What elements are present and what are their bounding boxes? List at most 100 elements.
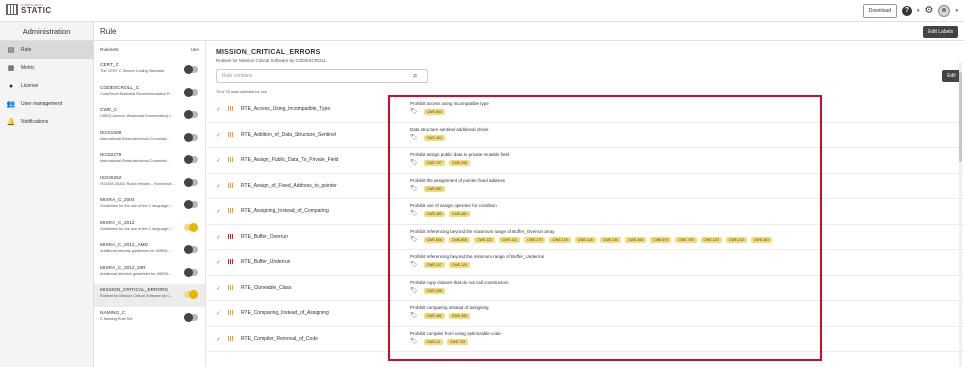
cwe-tag[interactable]: CWE-120	[700, 236, 722, 243]
ruleset-item[interactable]: ISO26262 ISO/DIS 26262 Road vehicles - Fu…	[94, 172, 205, 195]
sidebar-item-label: Notifications	[21, 119, 49, 125]
edit-labels-button[interactable]: Edit Labels	[923, 26, 958, 38]
ruleset-item[interactable]: IEC62279 International Electrotechnical C…	[94, 149, 205, 172]
rule-row[interactable]: ✓ RTE_Assigning_Instead_of_Comparing Prohi…	[206, 199, 964, 225]
cwe-tag[interactable]: CWE-127	[423, 262, 445, 268]
cwe-tag[interactable]: CWE-466	[625, 236, 647, 243]
check-icon[interactable]: ✓	[216, 234, 221, 241]
cwe-tag[interactable]: CWE-14	[423, 338, 443, 345]
ruleset-use-toggle[interactable]	[184, 65, 198, 74]
ruleset-item[interactable]: MISRA_C_2012_DIR Additional directive gui…	[94, 262, 205, 285]
rule-row[interactable]: ✓ RTE_Cloneable_Class Prohibit copy classe…	[206, 276, 964, 301]
search-icon[interactable]: ⌕	[413, 71, 417, 81]
user-chevron-down-icon[interactable]: ▾	[955, 8, 958, 14]
cwe-tag[interactable]: CWE-843	[423, 109, 445, 115]
ruleset-item[interactable]: MISRA_C_2012 Guidelines for the use of th…	[94, 217, 205, 240]
cwe-tag[interactable]: CWE-679	[650, 236, 672, 243]
ruleset-item[interactable]: CODESCROLL_C CodeScroll Essential Recomme…	[94, 82, 205, 105]
sidebar-item-license[interactable]: ● License	[0, 77, 93, 95]
ruleset-use-toggle[interactable]	[184, 155, 198, 164]
sidebar-item-metric[interactable]: ▦ Metric	[0, 59, 93, 77]
ruleset-item[interactable]: MISRA_C_2004 Guidelines for the use of th…	[94, 194, 205, 217]
rule-row[interactable]: ✓ RTE_Assign_of_Fixed_Address_to_pointer P…	[206, 174, 964, 199]
ruleset-item[interactable]: MISSION_CRITICAL_ERRORS Ruleset for Missi…	[94, 284, 205, 307]
cwe-tag[interactable]: CWE-463	[750, 236, 773, 243]
sidebar-item-rule[interactable]: ▤ Rule	[0, 41, 93, 59]
check-icon[interactable]: ✓	[216, 259, 221, 266]
ruleset-item[interactable]: CWE_C CWE(Common Weakness Enumeration) f.…	[94, 104, 205, 127]
ruleset-item[interactable]: IEC61508 International Electrotechnical C…	[94, 127, 205, 150]
rule-row[interactable]: ✓ RTE_Compiler_Removal_of_Code Prohibit co…	[206, 327, 964, 352]
cwe-tag[interactable]: CWE-170	[524, 236, 546, 243]
severity-icon	[228, 131, 233, 137]
check-icon[interactable]: ✓	[216, 208, 221, 215]
download-button[interactable]: Download	[862, 4, 897, 18]
tag-icon: 🏷	[410, 313, 418, 319]
cwe-tag[interactable]: CWE-130	[599, 236, 621, 243]
main-area: Rule Edit Labels Rulesets Use CERT_C The …	[94, 22, 964, 367]
rule-row[interactable]: ✓ RTE_Assign_Public_Data_To_Private_Field…	[206, 148, 964, 174]
ruleset-use-toggle[interactable]	[184, 177, 198, 187]
cwe-tag[interactable]: CWE-126	[574, 236, 596, 243]
rule-row[interactable]: ✓ RTE_Buffer_Underrun Prohibit referencing…	[206, 250, 964, 276]
sidebar-item-notifications[interactable]: 🔔 Notifications	[0, 113, 93, 131]
cwe-tag[interactable]: CWE-805	[448, 236, 470, 243]
sidebar-item-user-management[interactable]: 👥 User management	[0, 95, 93, 113]
check-icon[interactable]: ✓	[216, 132, 221, 139]
ruleset-title: MISSION_CRITICAL_ERRORS	[216, 49, 321, 56]
cwe-tag[interactable]: CWE-733	[446, 338, 469, 345]
cwe-tag[interactable]: CWE-481	[448, 211, 470, 217]
rule-name: RTE_Assign_Public_Data_To_Private_Field	[241, 157, 339, 163]
check-icon[interactable]: ✓	[216, 106, 221, 113]
cwe-tag[interactable]: CWE-122	[473, 236, 496, 243]
ruleset-use-toggle[interactable]	[184, 110, 198, 119]
rule-description: Prohibit access using incompatible type	[410, 101, 489, 106]
ruleset-item[interactable]: NAMING_C C Naming Rule Set	[94, 307, 205, 330]
rule-row[interactable]: ✓ RTE_Comparing_Instead_of_Assigning Prohi…	[206, 301, 964, 327]
cwe-tag[interactable]: CWE-242	[725, 236, 747, 243]
cwe-tag[interactable]: CWE-464	[423, 134, 445, 141]
cwe-tag[interactable]: CWE-498	[423, 287, 445, 294]
ruleset-item[interactable]: CERT_C The CERT C Secure Coding Standard	[94, 59, 205, 82]
cwe-tag[interactable]: CWE-480	[448, 313, 470, 319]
cwe-tag[interactable]: CWE-124	[448, 262, 470, 268]
gear-icon[interactable]: ⚙	[925, 6, 934, 16]
scrollbar[interactable]	[959, 62, 962, 367]
ruleset-use-toggle[interactable]	[184, 87, 198, 97]
ruleset-use-toggle[interactable]	[184, 267, 198, 277]
tag-icon: 🏷	[410, 287, 418, 294]
help-chevron-down-icon[interactable]: ▾	[917, 8, 920, 14]
check-icon[interactable]: ✓	[216, 183, 221, 190]
cwe-tag[interactable]: CWE-121	[499, 236, 521, 243]
ruleset-use-toggle[interactable]	[184, 245, 198, 254]
ruleset-use-toggle[interactable]	[184, 132, 198, 142]
ruleset-use-toggle[interactable]	[184, 312, 198, 322]
check-icon[interactable]: ✓	[216, 157, 221, 164]
ruleset-use-toggle[interactable]	[184, 290, 198, 299]
rule-name: RTE_Buffer_Overrun	[241, 233, 288, 240]
user-avatar[interactable]	[938, 5, 951, 17]
severity-icon	[228, 284, 233, 290]
help-icon[interactable]: ?	[902, 6, 912, 16]
check-icon[interactable]: ✓	[216, 336, 221, 343]
rule-row[interactable]: ✓ RTE_Buffer_Overrun Prohibit referencing …	[206, 225, 964, 250]
check-icon[interactable]: ✓	[216, 310, 221, 317]
cwe-tag[interactable]: CWE-806	[423, 236, 445, 243]
ruleset-use-toggle[interactable]	[184, 200, 198, 209]
ruleset-item[interactable]: MISRA_C_2012_AMD Additional security guid…	[94, 239, 205, 262]
cwe-tag[interactable]: CWE-482	[423, 313, 445, 319]
cwe-tag[interactable]: CWE-587	[423, 185, 445, 192]
rule-row[interactable]: ✓ RTE_Addition_of_Data_Structure_Sentinel…	[206, 123, 964, 148]
ruleset-use-toggle[interactable]	[184, 222, 198, 232]
check-icon[interactable]: ✓	[216, 285, 221, 292]
rule-row[interactable]: ✓ RTE_Access_Using_Incompatible_Type Prohi…	[206, 97, 964, 123]
cwe-tag[interactable]: CWE-496	[448, 160, 470, 166]
scroll-thumb[interactable]	[959, 72, 962, 162]
cwe-tag[interactable]: CWE-785	[675, 236, 697, 243]
app-logo[interactable]: CODESCROLL STATIC	[6, 4, 52, 15]
rule-search-input[interactable]: Rule contains	[216, 69, 428, 83]
tag-icon: 🏷	[410, 109, 418, 115]
cwe-tag[interactable]: CWE-767	[423, 160, 445, 166]
cwe-tag[interactable]: CWE-125	[549, 236, 571, 243]
cwe-tag[interactable]: CWE-480	[423, 211, 445, 217]
